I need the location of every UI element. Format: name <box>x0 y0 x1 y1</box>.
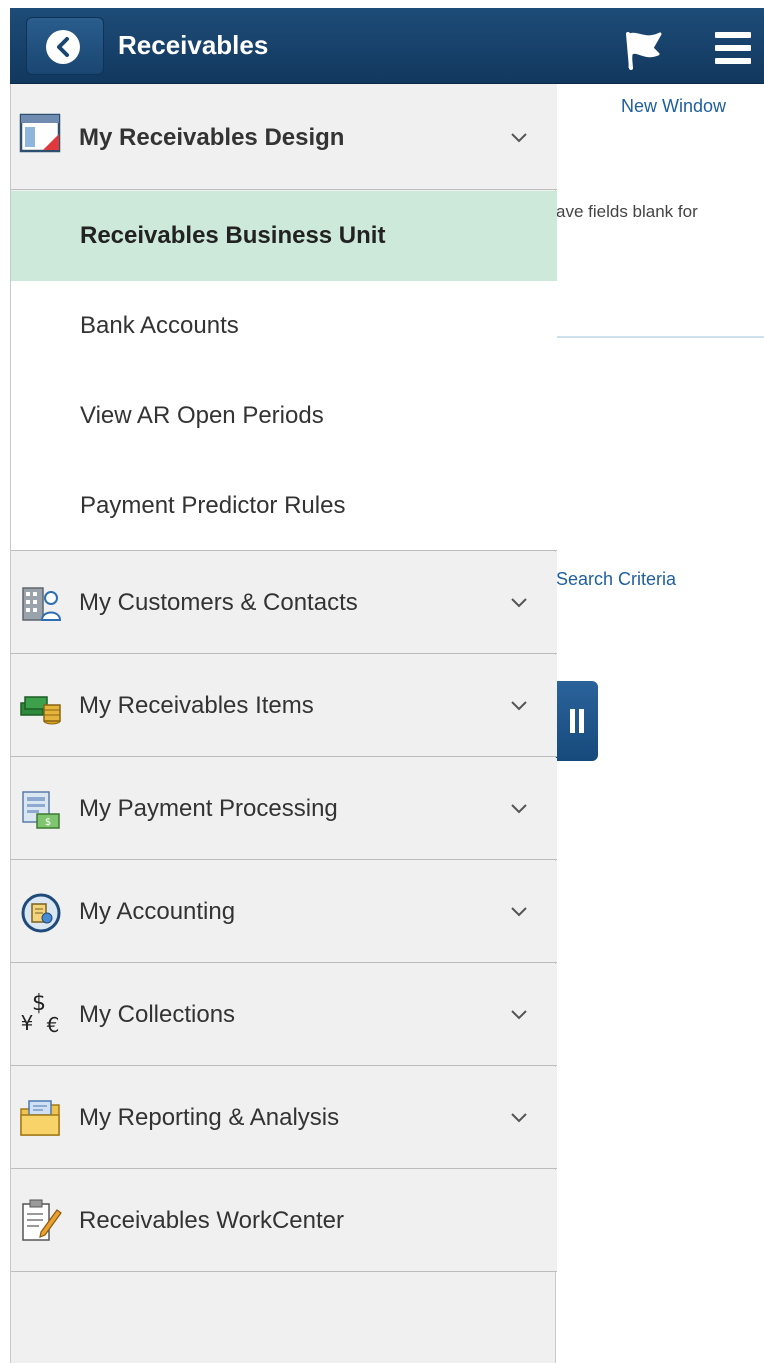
nav-group-label: My Customers & Contacts <box>79 589 358 616</box>
folder-icon <box>19 1097 63 1141</box>
navigation-panel: My Receivables Design Receivables Busine… <box>10 84 557 1363</box>
chevron-down-icon <box>511 598 527 608</box>
chevron-down-icon <box>511 701 527 711</box>
chevron-down-icon <box>511 1113 527 1123</box>
clipboard-icon <box>19 1198 63 1242</box>
search-criteria-link[interactable]: Search Criteria <box>556 569 676 590</box>
nav-item-label: View AR Open Periods <box>80 402 324 429</box>
chevron-down-icon <box>511 907 527 917</box>
nav-item-label: Bank Accounts <box>80 312 239 339</box>
nav-item-business-unit[interactable]: Receivables Business Unit <box>11 191 557 281</box>
nav-group-label: My Reporting & Analysis <box>79 1104 340 1131</box>
chevron-down-icon <box>511 1010 527 1020</box>
divider <box>556 336 764 338</box>
back-button[interactable] <box>26 17 104 75</box>
pause-icon <box>570 709 575 733</box>
flag-icon[interactable] <box>622 28 666 70</box>
chevron-down-icon <box>511 804 527 814</box>
pause-button[interactable] <box>556 681 598 761</box>
nav-group-reporting-analysis[interactable]: My Reporting & Analysis <box>11 1067 557 1169</box>
svg-text:$: $ <box>32 991 46 1016</box>
nav-group-label: My Receivables Items <box>79 692 314 719</box>
nav-item-bank-accounts[interactable]: Bank Accounts <box>11 281 557 371</box>
instruction-text: ave fields blank for <box>556 202 698 221</box>
hamburger-menu-icon[interactable] <box>715 32 751 64</box>
nav-item-label: Payment Predictor Rules <box>80 492 346 519</box>
new-window-link[interactable]: New Window <box>621 96 726 117</box>
nav-group-label: Receivables WorkCenter <box>79 1207 344 1234</box>
nav-group-receivables-design[interactable]: My Receivables Design <box>11 84 557 190</box>
nav-group-accounting[interactable]: My Accounting <box>11 861 557 963</box>
nav-item-payment-predictor[interactable]: Payment Predictor Rules <box>11 461 557 551</box>
customers-icon <box>19 582 63 626</box>
accounting-icon <box>19 891 63 935</box>
nav-group-collections[interactable]: $ ¥ € My Collections <box>11 964 557 1066</box>
money-stack-icon <box>19 687 63 731</box>
svg-text:$: $ <box>45 817 51 828</box>
chevron-down-icon <box>511 133 527 143</box>
nav-group-receivables-items[interactable]: My Receivables Items <box>11 655 557 757</box>
nav-group-payment-processing[interactable]: $ My Payment Processing <box>11 758 557 860</box>
nav-group-label: My Collections <box>79 1001 236 1028</box>
currency-icon: $ ¥ € <box>19 990 63 1037</box>
nav-group-label: My Receivables Design <box>79 124 345 151</box>
nav-item-label: Receivables Business Unit <box>80 222 386 249</box>
nav-item-ar-open-periods[interactable]: View AR Open Periods <box>11 371 557 461</box>
payment-processing-icon: $ <box>19 788 63 832</box>
design-icon <box>19 112 63 156</box>
nav-group-customers-contacts[interactable]: My Customers & Contacts <box>11 552 557 654</box>
nav-group-label: My Payment Processing <box>79 795 338 822</box>
app-header: Receivables <box>10 8 764 84</box>
nav-group-label: My Accounting <box>79 898 236 925</box>
nav-item-workcenter[interactable]: Receivables WorkCenter <box>11 1170 557 1272</box>
chevron-left-icon <box>46 30 80 64</box>
svg-text:€: € <box>47 1013 60 1037</box>
page-title: Receivables <box>118 30 269 60</box>
svg-text:¥: ¥ <box>21 1011 34 1035</box>
